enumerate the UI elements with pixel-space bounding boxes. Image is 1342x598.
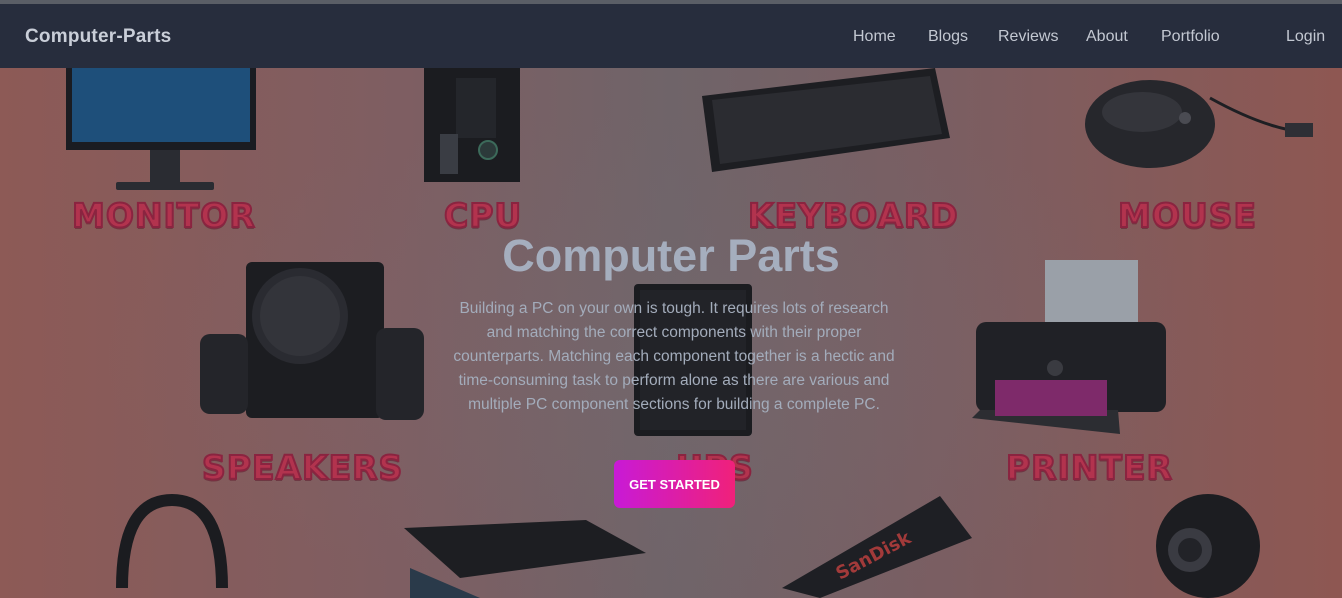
- cpu-image: [424, 68, 520, 182]
- speakers-image: [200, 262, 424, 420]
- monitor-image: [66, 68, 256, 190]
- usb-drive-image: SanDisk: [782, 496, 972, 598]
- keyboard-image: [702, 68, 950, 172]
- label-speakers: SPEAKERS: [201, 447, 404, 488]
- get-started-button[interactable]: GET STARTED: [614, 460, 735, 508]
- nav-link-home[interactable]: Home: [853, 28, 896, 46]
- scanner-image: [404, 520, 646, 598]
- nav-link-about[interactable]: About: [1086, 28, 1128, 46]
- webcam-image: [1156, 494, 1260, 598]
- printer-image: [972, 260, 1166, 434]
- mouse-image: [1085, 80, 1313, 168]
- label-printer: PRINTER: [1005, 447, 1173, 488]
- nav-link-reviews[interactable]: Reviews: [998, 28, 1058, 46]
- headphones-image: [116, 493, 228, 589]
- hero-description: Building a PC on your own is tough. It r…: [453, 300, 895, 413]
- nav-link-blogs[interactable]: Blogs: [928, 28, 968, 46]
- login-link[interactable]: Login: [1286, 28, 1325, 46]
- hero-section: SanDisk MONITOR CPU KEYBOARD MOUSE SPEAK…: [0, 68, 1342, 598]
- navbar: Computer-Parts Home Blogs Reviews About …: [0, 4, 1342, 68]
- hero-title: Computer Parts: [502, 230, 840, 281]
- nav-link-portfolio[interactable]: Portfolio: [1161, 28, 1220, 46]
- brand-link[interactable]: Computer-Parts: [25, 26, 171, 48]
